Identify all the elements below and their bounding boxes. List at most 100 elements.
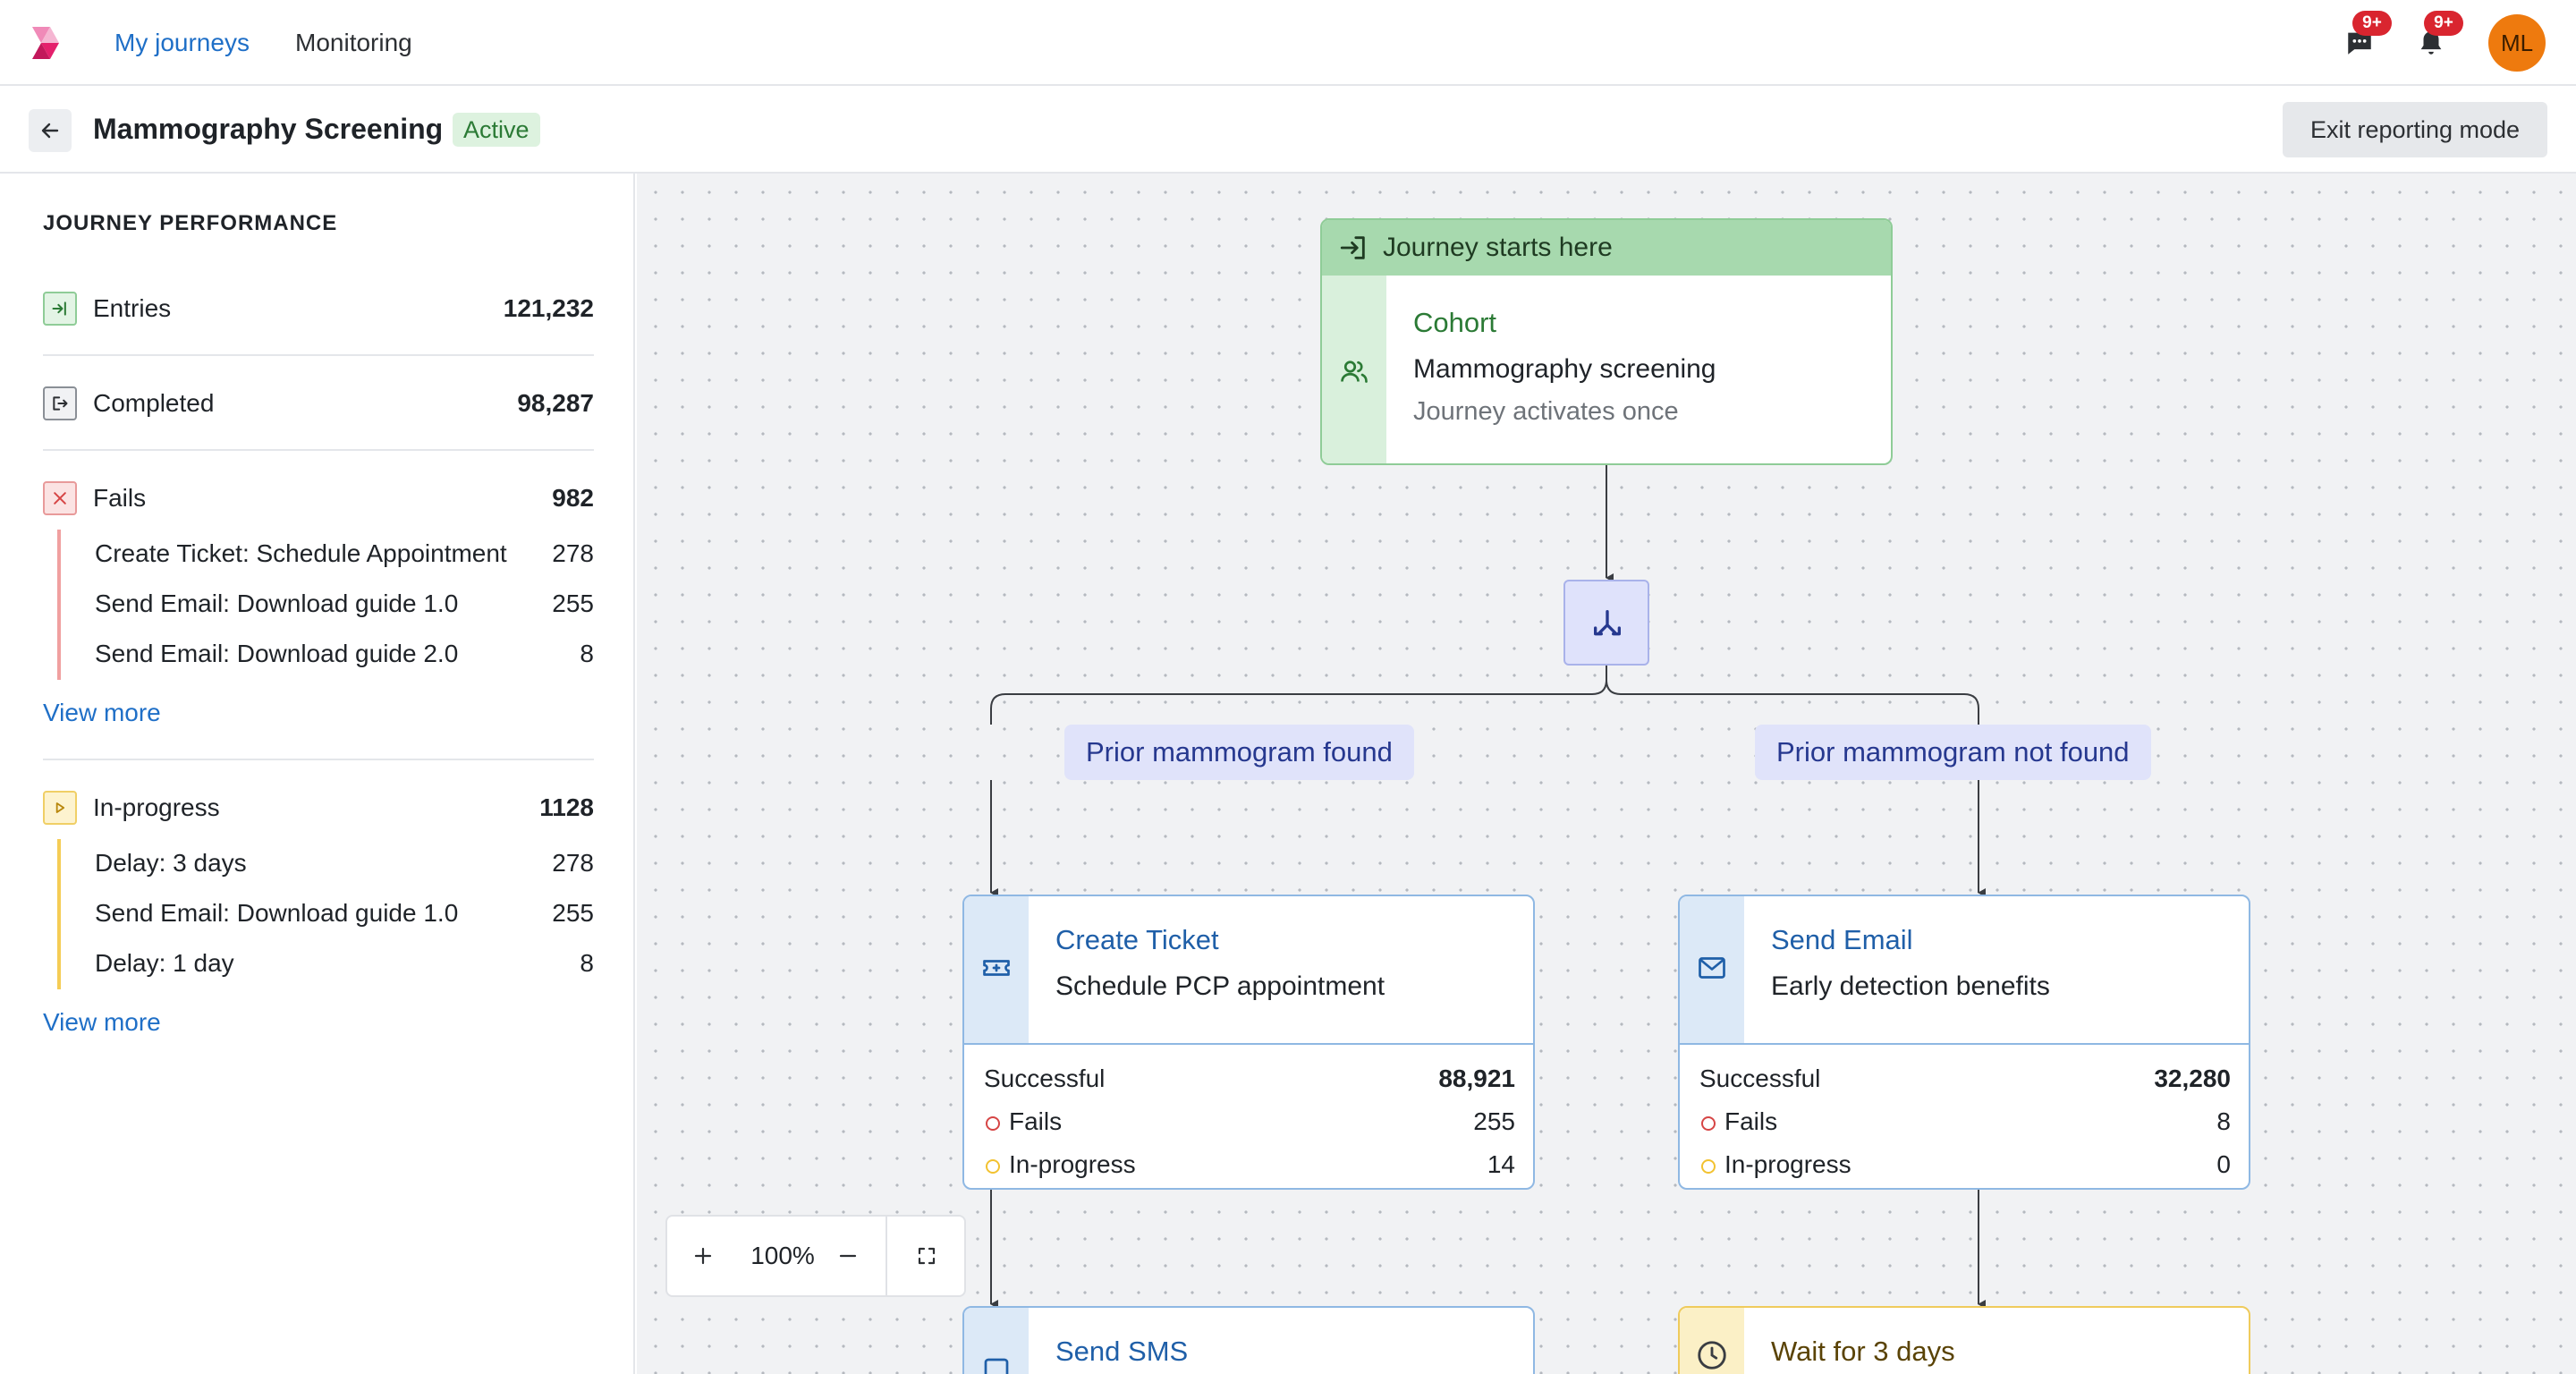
- arrow-left-icon: [41, 123, 59, 139]
- send-email-node[interactable]: Send Email Early detection benefits Succ…: [1678, 895, 2250, 1190]
- list-item: Send Email: Download guide 1.0 255: [61, 580, 594, 630]
- stat-successful: Successful 32,280: [1699, 1061, 2231, 1097]
- in-progress-status-dot: [986, 1159, 1000, 1174]
- messages-badge: 9+: [2352, 11, 2392, 36]
- in-progress-breakdown: Delay: 3 days 278 Send Email: Download g…: [57, 839, 594, 989]
- clock-icon: [1698, 1341, 1726, 1370]
- action-node-side: [964, 896, 1029, 1043]
- stat-value: 88,921: [1438, 1064, 1515, 1092]
- metric-label: Completed: [93, 389, 215, 417]
- stat-value: 0: [2216, 1150, 2231, 1178]
- stat-in-progress: In-progress 14: [984, 1147, 1515, 1183]
- nav-monitoring[interactable]: Monitoring: [295, 27, 412, 59]
- item-value: 278: [552, 539, 594, 567]
- branch-label-prior-not-found[interactable]: Prior mammogram not found: [1755, 725, 2151, 780]
- fails-view-more-link[interactable]: View more: [43, 698, 161, 728]
- list-item: Send Email: Download guide 1.0 255: [61, 889, 594, 939]
- node-type: Send SMS: [1055, 1336, 1189, 1367]
- split-node[interactable]: [1563, 580, 1649, 666]
- stat-in-progress: In-progress 0: [1699, 1147, 2231, 1183]
- metric-label: Entries: [93, 294, 172, 322]
- avatar[interactable]: ML: [2488, 14, 2546, 72]
- wait-node[interactable]: Wait for 3 days: [1678, 1306, 2250, 1374]
- item-label: Send Email: Download guide 2.0: [95, 640, 459, 667]
- item-label: Create Ticket: Schedule Appointment: [95, 539, 507, 567]
- node-note: Journey activates once: [1413, 397, 1679, 426]
- journey-start-node[interactable]: Journey starts here Cohort Mammography s…: [1320, 218, 1893, 465]
- stat-label: Fails: [1724, 1107, 1778, 1135]
- notifications-button[interactable]: 9+: [2413, 11, 2463, 61]
- metric-label: In-progress: [93, 793, 220, 821]
- exit-reporting-mode-button[interactable]: Exit reporting mode: [2283, 102, 2547, 157]
- wait-node-side: [1680, 1308, 1744, 1374]
- send-sms-node[interactable]: Send SMS: [962, 1306, 1535, 1374]
- metric-in-progress: In-progress 1128: [43, 787, 594, 827]
- divider: [43, 759, 594, 760]
- start-node-title: Journey starts here: [1383, 233, 1613, 262]
- divider: [43, 449, 594, 451]
- stat-value: 255: [1473, 1107, 1515, 1135]
- node-type: Cohort: [1413, 307, 1497, 338]
- stat-value: 14: [1487, 1150, 1515, 1178]
- metric-value: 982: [552, 484, 594, 512]
- x-icon: [43, 481, 77, 515]
- stat-label: Fails: [1009, 1107, 1063, 1135]
- messages-button[interactable]: 9+: [2342, 11, 2392, 61]
- mail-icon: [1699, 957, 1725, 979]
- item-value: 8: [580, 949, 594, 977]
- ticket-icon: [983, 960, 1010, 976]
- enter-icon: [1340, 236, 1365, 259]
- fails-breakdown: Create Ticket: Schedule Appointment 278 …: [57, 530, 594, 680]
- metric-value: 121,232: [503, 294, 594, 322]
- item-label: Delay: 3 days: [95, 849, 247, 877]
- action-node-side: [964, 1308, 1029, 1374]
- node-name: Schedule PCP appointment: [1055, 971, 1385, 1001]
- action-node-side: [1680, 896, 1744, 1043]
- zoom-in-button[interactable]: [683, 1236, 723, 1276]
- users-icon: [1341, 360, 1368, 383]
- stat-fails: Fails 255: [984, 1104, 1515, 1140]
- metric-value: 98,287: [517, 389, 594, 417]
- exit-icon: [43, 386, 77, 420]
- enter-icon: [43, 292, 77, 326]
- item-value: 255: [552, 899, 594, 927]
- metric-entries: Entries 121,232: [43, 288, 594, 327]
- metric-value: 1128: [539, 793, 594, 821]
- node-type: Create Ticket: [1055, 924, 1219, 955]
- metric-label: Fails: [93, 484, 147, 512]
- plus-icon: [694, 1247, 712, 1265]
- back-button[interactable]: [29, 109, 72, 152]
- divider: [1680, 1043, 2249, 1045]
- stat-successful: Successful 88,921: [984, 1061, 1515, 1097]
- journey-performance-panel: JOURNEY PERFORMANCE Entries 121,232 Comp…: [0, 174, 635, 1374]
- item-label: Send Email: Download guide 1.0: [95, 899, 459, 927]
- divider: [43, 354, 594, 356]
- in-progress-status-dot: [1701, 1159, 1716, 1174]
- fullscreen-button[interactable]: [907, 1236, 946, 1276]
- page-title: Mammography Screening: [93, 113, 444, 145]
- list-item: Delay: 1 day 8: [61, 939, 594, 989]
- branch-label-prior-found[interactable]: Prior mammogram found: [1064, 725, 1414, 780]
- start-node-side: [1322, 276, 1386, 463]
- node-type: Wait for 3 days: [1771, 1336, 1955, 1367]
- start-node-header[interactable]: Journey starts here: [1322, 220, 1891, 276]
- stat-label: Successful: [1699, 1064, 1821, 1092]
- metric-completed: Completed 98,287: [43, 383, 594, 422]
- zoom-level: 100%: [750, 1242, 815, 1269]
- divider: [964, 1043, 1533, 1045]
- item-label: Delay: 1 day: [95, 949, 234, 977]
- in-progress-view-more-link[interactable]: View more: [43, 1007, 161, 1038]
- status-badge: Active: [453, 113, 540, 147]
- play-icon: [43, 791, 77, 825]
- nav-my-journeys[interactable]: My journeys: [114, 27, 250, 59]
- journey-canvas[interactable]: Journey starts here Cohort Mammography s…: [637, 174, 2576, 1374]
- journey-header: Mammography Screening Active Exit report…: [0, 86, 2576, 174]
- minus-icon: [839, 1254, 857, 1258]
- list-item: Delay: 3 days 278: [61, 839, 594, 889]
- fail-status-dot: [986, 1116, 1000, 1131]
- node-type: Send Email: [1771, 924, 1913, 955]
- logo-icon[interactable]: [27, 23, 66, 63]
- create-ticket-node[interactable]: Create Ticket Schedule PCP appointment S…: [962, 895, 1535, 1190]
- stat-label: Successful: [984, 1064, 1106, 1092]
- zoom-out-button[interactable]: [828, 1236, 868, 1276]
